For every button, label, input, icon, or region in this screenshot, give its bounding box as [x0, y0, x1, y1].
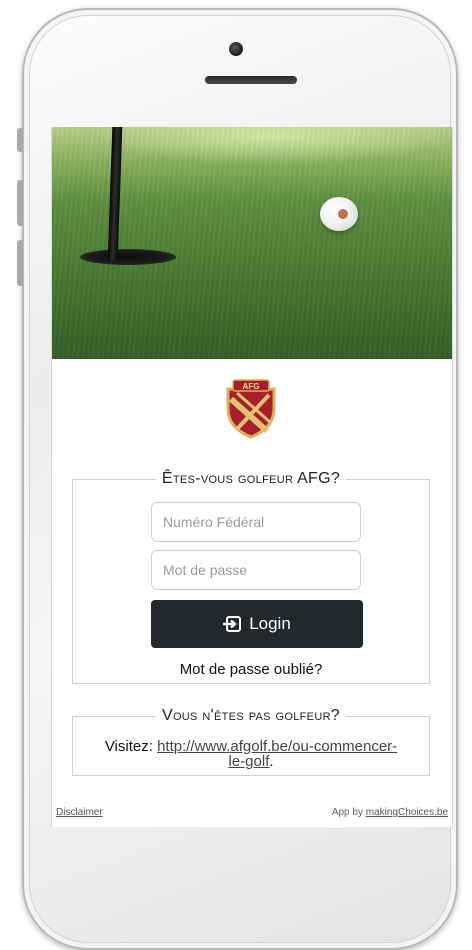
- visit-label: Visitez:: [104, 738, 153, 755]
- login-label: Login: [249, 614, 291, 633]
- disclaimer-link[interactable]: Disclaimer: [56, 807, 103, 818]
- login-button[interactable]: Login: [151, 600, 363, 648]
- golf-ball: [320, 197, 358, 231]
- login-arrow-icon: [223, 616, 242, 632]
- footer: Disclaimer App by makingChoices.be: [52, 807, 452, 823]
- afgolf-link-line1: http://www.afgolf.be/ou-commencer-: [157, 738, 398, 755]
- volume-up-button: [17, 180, 23, 226]
- app-by-credit: App by makingChoices.be: [332, 807, 448, 818]
- hero-golf-image: [52, 127, 452, 359]
- phone-chin: [40, 830, 432, 930]
- logo-text: AFG: [243, 382, 260, 391]
- mute-switch: [17, 128, 23, 152]
- golf-hole: [80, 249, 176, 265]
- earpiece-speaker: [205, 76, 297, 84]
- app-by-prefix: App by: [331, 807, 363, 818]
- visit-text: Visitez: http://www.afgolf.be/ou-commenc…: [81, 739, 421, 769]
- volume-down-button: [17, 240, 23, 286]
- afgolf-link[interactable]: http://www.afgolf.be/ou-commencer-le-gol…: [157, 738, 397, 770]
- federal-number-input[interactable]: [151, 502, 361, 542]
- afg-shield-logo: AFG: [226, 379, 276, 439]
- visit-trailing: .: [269, 753, 274, 770]
- golfer-login-fieldset: Êtes-vous golfeur AFG? Login Mot de pass…: [72, 470, 430, 684]
- afgolf-link-line2: le-golf: [228, 753, 270, 770]
- non-golfer-legend: Vous n'êtes pas golfeur?: [155, 707, 347, 724]
- forgot-password-link[interactable]: Mot de passe oublié?: [73, 661, 429, 678]
- app-screen: AFG Êtes-vous golfeur AFG? Login Mot de …: [51, 127, 453, 827]
- golfer-legend: Êtes-vous golfeur AFG?: [155, 470, 347, 487]
- front-camera: [229, 42, 243, 56]
- password-input[interactable]: [151, 550, 361, 590]
- non-golfer-fieldset: Vous n'êtes pas golfeur? Visitez: http:/…: [72, 707, 430, 776]
- makingchoices-link[interactable]: makingChoices.be: [366, 807, 448, 818]
